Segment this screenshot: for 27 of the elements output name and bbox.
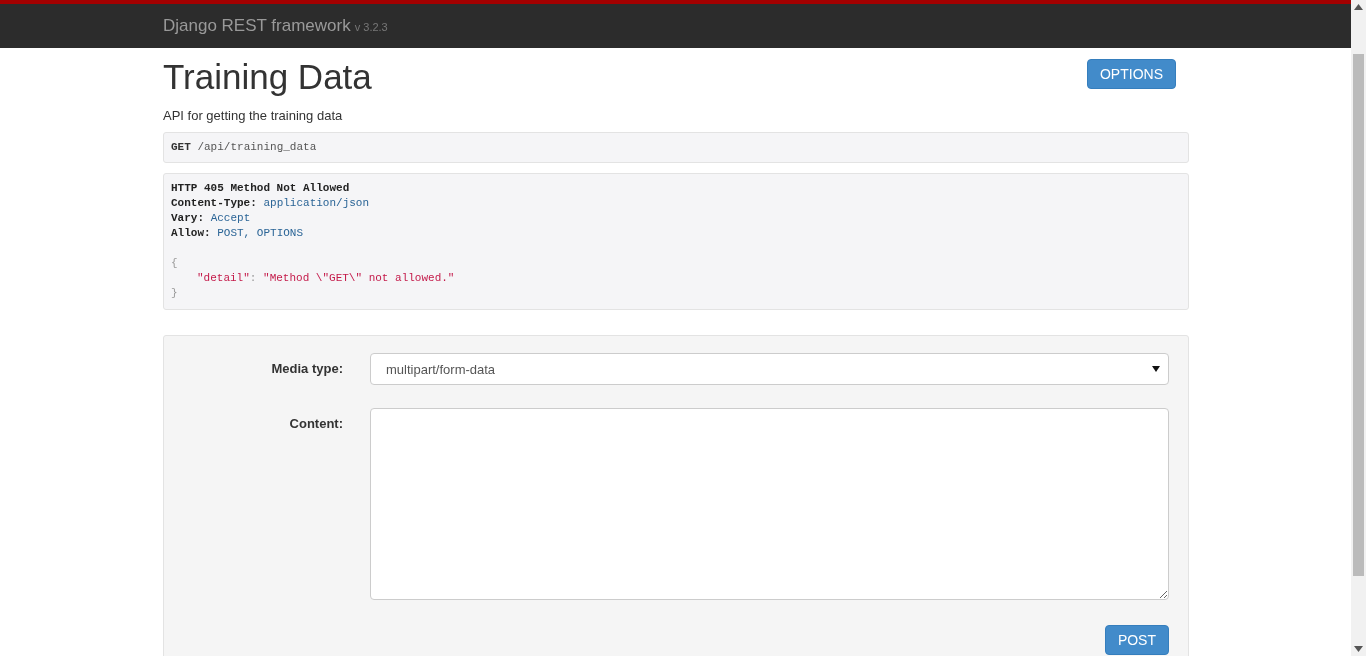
header-name: Allow:	[171, 227, 211, 239]
scroll-up-icon[interactable]	[1354, 4, 1363, 10]
caret-icon	[1152, 366, 1160, 372]
header-name: Content-Type:	[171, 197, 257, 209]
header-value: Accept	[210, 212, 251, 224]
media-type-select[interactable]: multipart/form-data	[370, 353, 1169, 385]
post-button[interactable]: POST	[1104, 625, 1169, 655]
header-name: Vary:	[171, 212, 204, 224]
description-text: API for getting the training data	[163, 108, 344, 123]
json-brace: {	[171, 256, 179, 271]
page-title: Training Data	[163, 56, 372, 98]
version-label: v 3.2.3	[354, 21, 388, 33]
scrollbar[interactable]	[1351, 0, 1366, 656]
json-colon: :	[249, 272, 257, 284]
field-label: Content:	[288, 415, 343, 431]
json-value: "Method \"GET\" not allowed."	[263, 272, 455, 284]
content-field[interactable]	[370, 408, 1169, 600]
brand-link[interactable]: Django REST framework	[163, 16, 351, 36]
options-button[interactable]: OPTIONS	[1087, 59, 1176, 89]
status-line: HTTP 405 Method Not Allowed	[171, 181, 351, 196]
field-label: Media type:	[270, 360, 343, 376]
json-brace: }	[171, 286, 179, 301]
header-value: application/json	[263, 197, 370, 209]
request-info: GET /api/training_data	[163, 132, 1189, 163]
json-key: "detail"	[197, 272, 250, 284]
header-value: POST, OPTIONS	[217, 227, 304, 239]
scroll-down-icon[interactable]	[1354, 646, 1363, 652]
